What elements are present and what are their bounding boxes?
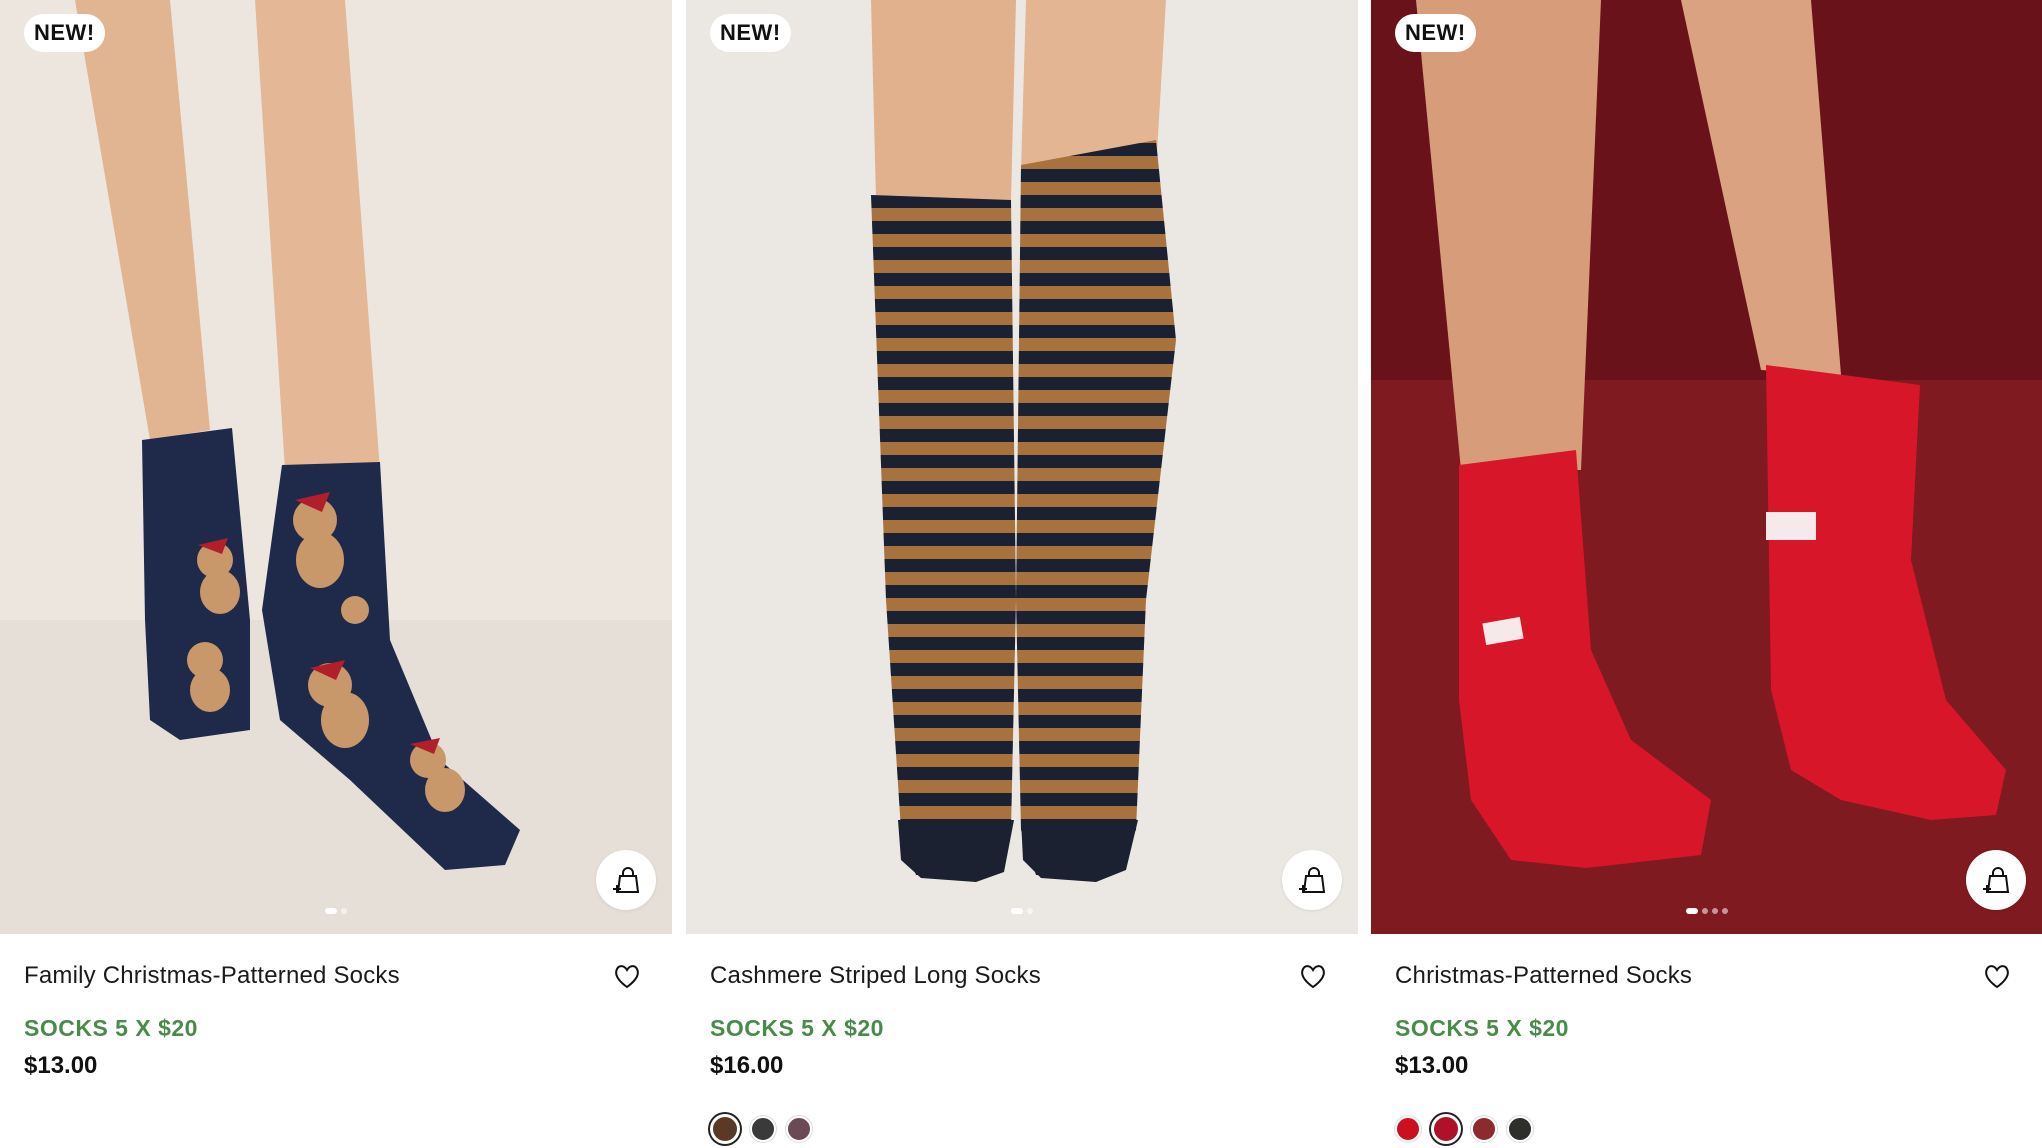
bag-plus-icon — [1983, 867, 2010, 893]
product-grid: NEW! Family Christmas-Patterned Socks SO… — [0, 0, 2042, 1148]
product-info: Christmas-Patterned Socks SOCKS 5 X $20 … — [1371, 959, 2042, 1144]
promo-label: SOCKS 5 X $20 — [710, 1015, 884, 1041]
wishlist-button[interactable] — [1980, 959, 2014, 993]
wishlist-button[interactable] — [1296, 959, 1330, 993]
color-swatches — [710, 1114, 1334, 1144]
color-swatch[interactable] — [710, 1114, 740, 1144]
quick-add-button[interactable] — [1282, 850, 1342, 910]
new-badge: NEW! — [1395, 14, 1476, 52]
wishlist-button[interactable] — [610, 959, 644, 993]
bag-plus-icon — [613, 867, 640, 893]
promo-label: SOCKS 5 X $20 — [1395, 1015, 1569, 1041]
carousel-dot[interactable] — [1027, 908, 1033, 914]
product-info: Cashmere Striped Long Socks SOCKS 5 X $2… — [686, 959, 1358, 1144]
new-badge: NEW! — [710, 14, 791, 52]
product-photo — [0, 0, 672, 934]
carousel-dot[interactable] — [1011, 908, 1023, 914]
product-card[interactable]: NEW! Christmas-Patterned Socks SOCKS 5 X… — [1371, 0, 2042, 1148]
carousel-dot[interactable] — [325, 908, 337, 914]
image-carousel-dots[interactable] — [1011, 908, 1033, 914]
color-swatch[interactable] — [786, 1116, 812, 1142]
heart-icon — [1301, 965, 1325, 989]
quick-add-button[interactable] — [1966, 850, 2026, 910]
carousel-dot[interactable] — [1711, 908, 1718, 914]
color-swatch[interactable] — [1471, 1116, 1497, 1142]
new-badge: NEW! — [24, 14, 105, 52]
color-swatch[interactable] — [1507, 1116, 1533, 1142]
promo-label: SOCKS 5 X $20 — [24, 1015, 198, 1041]
product-image[interactable]: NEW! — [0, 0, 672, 934]
heart-icon — [1985, 965, 2009, 989]
product-card[interactable]: NEW! Family Christmas-Patterned Socks SO… — [0, 0, 672, 1148]
product-photo — [1371, 0, 2042, 934]
product-photo — [686, 0, 1358, 934]
product-price: $13.00 — [1395, 1052, 1469, 1079]
color-swatch[interactable] — [1395, 1116, 1421, 1142]
product-title[interactable]: Family Christmas-Patterned Socks — [24, 962, 400, 990]
product-info: Family Christmas-Patterned Socks SOCKS 5… — [0, 959, 672, 1080]
heart-icon — [615, 965, 639, 989]
product-image[interactable]: NEW! — [1371, 0, 2042, 934]
quick-add-button[interactable] — [596, 850, 656, 910]
product-price: $13.00 — [24, 1052, 98, 1079]
bag-plus-icon — [1299, 867, 1326, 893]
product-price: $16.00 — [710, 1052, 784, 1079]
carousel-dot[interactable] — [341, 908, 347, 914]
carousel-dot[interactable] — [1721, 908, 1728, 914]
color-swatch[interactable] — [750, 1116, 776, 1142]
image-carousel-dots[interactable] — [325, 908, 347, 914]
color-swatches — [1395, 1114, 2018, 1144]
product-image[interactable]: NEW! — [686, 0, 1358, 934]
carousel-dot[interactable] — [1701, 908, 1708, 914]
product-title[interactable]: Cashmere Striped Long Socks — [710, 962, 1041, 990]
carousel-dot[interactable] — [1685, 908, 1698, 914]
color-swatch[interactable] — [1431, 1114, 1461, 1144]
product-title[interactable]: Christmas-Patterned Socks — [1395, 962, 1692, 990]
image-carousel-dots[interactable] — [1685, 908, 1728, 914]
product-card[interactable]: NEW! Cashmere Striped Long Socks SOCKS 5… — [686, 0, 1358, 1148]
